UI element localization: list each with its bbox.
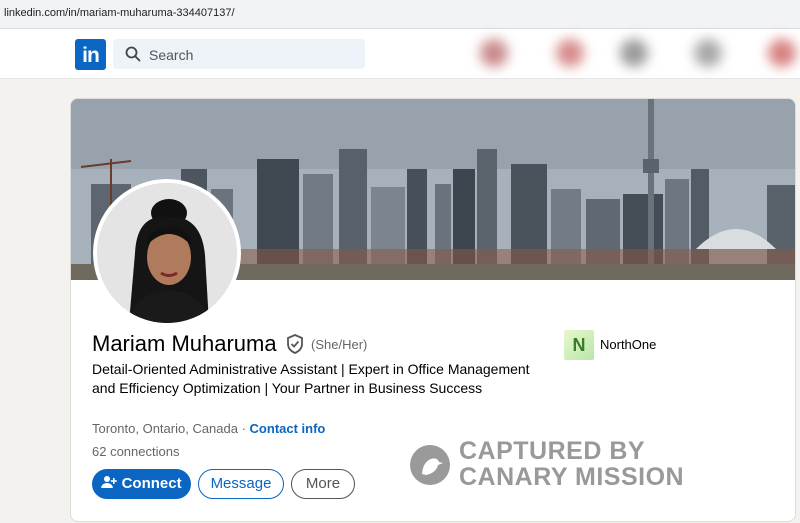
connections-count[interactable]: 62 connections xyxy=(92,444,179,459)
profile-location-line: Toronto, Ontario, Canada · Contact info xyxy=(92,421,325,436)
profile-photo-image xyxy=(97,183,237,323)
nav-icon-notifications[interactable] xyxy=(768,39,796,67)
company-name: NorthOne xyxy=(600,337,657,352)
add-person-icon xyxy=(101,476,118,488)
watermark-line-1: CAPTURED BY xyxy=(459,437,646,465)
profile-location: Toronto, Ontario, Canada xyxy=(92,421,238,436)
browser-address-bar[interactable]: linkedin.com/in/mariam-muharuma-33440713… xyxy=(0,0,800,29)
search-box[interactable] xyxy=(113,39,365,69)
nav-icon-messaging[interactable] xyxy=(694,39,722,67)
nav-icon-network[interactable] xyxy=(556,39,584,67)
message-button-label: Message xyxy=(210,475,272,492)
profile-name: Mariam Muharuma xyxy=(92,331,277,356)
top-nav: in xyxy=(0,29,800,79)
message-button[interactable]: Message xyxy=(198,469,284,499)
watermark-line-2: CANARY MISSION xyxy=(459,463,685,491)
nav-icon-jobs[interactable] xyxy=(620,39,648,67)
search-input[interactable] xyxy=(147,43,351,67)
search-icon xyxy=(125,46,141,62)
watermark-text: CAPTURED BY CANARY MISSION xyxy=(459,438,684,490)
profile-headline: Detail-Oriented Administrative Assistant… xyxy=(92,361,530,396)
linkedin-logo[interactable]: in xyxy=(75,39,106,70)
profile-card: Mariam Muharuma (She/Her) Detail-Oriente… xyxy=(70,98,796,522)
canary-bird-icon xyxy=(410,445,450,485)
verified-shield-icon[interactable] xyxy=(286,334,304,354)
more-button-label: More xyxy=(305,475,341,492)
contact-info-link[interactable]: Contact info xyxy=(250,421,326,436)
nav-icon-home[interactable] xyxy=(480,39,508,67)
connect-button[interactable]: Connect xyxy=(92,469,191,499)
more-button[interactable]: More xyxy=(291,469,355,499)
watermark: CAPTURED BY CANARY MISSION xyxy=(409,438,709,491)
url-text[interactable]: linkedin.com/in/mariam-muharuma-33440713… xyxy=(4,7,235,19)
location-separator: · xyxy=(237,421,250,436)
company-logo: N xyxy=(564,330,594,360)
connect-button-label: Connect xyxy=(121,475,182,492)
profile-pronouns: (She/Her) xyxy=(311,337,368,352)
profile-avatar[interactable] xyxy=(93,179,241,327)
